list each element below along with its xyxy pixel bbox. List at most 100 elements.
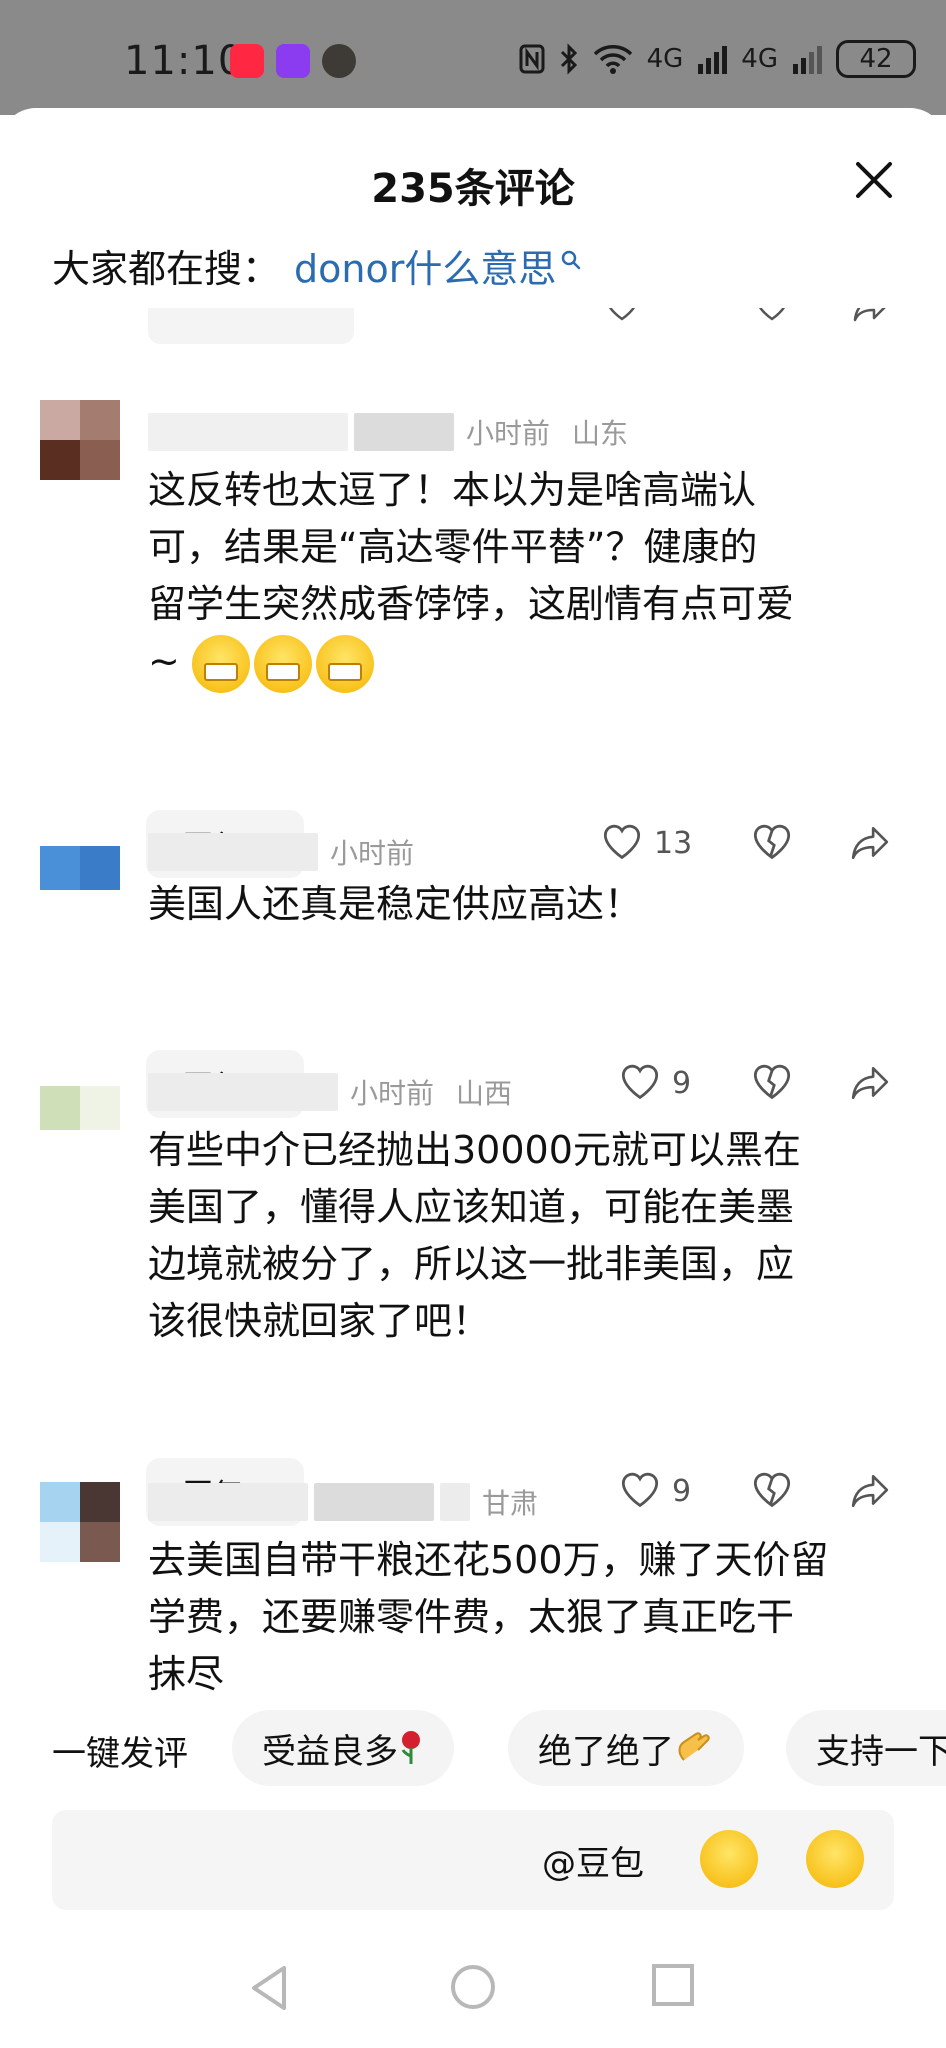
nfc-icon xyxy=(519,44,545,74)
rose-icon xyxy=(401,1731,420,1764)
notification-app-icon xyxy=(276,44,310,78)
status-time: 11:10 xyxy=(124,38,245,84)
grin-emoji-icon xyxy=(191,634,250,693)
close-icon[interactable] xyxy=(852,158,896,202)
search-icon xyxy=(562,250,581,269)
status-icons: 4G 4G 42 xyxy=(519,40,916,78)
system-nav-bar xyxy=(0,1950,946,2048)
share-icon[interactable] xyxy=(850,1064,890,1102)
chip-label: 受益良多 xyxy=(262,1731,398,1772)
heart-icon[interactable] xyxy=(604,308,640,324)
comment-line: 抹尽 xyxy=(148,1652,225,1696)
comment-line: ~ xyxy=(148,633,888,693)
comment-sheet: 235条评论 大家都在搜： donor什么意思 小时前 山东 这反转也太逗了！本… xyxy=(0,108,946,2048)
comment-meta: 小时前 山东 xyxy=(148,412,628,452)
home-nav-icon[interactable] xyxy=(448,1962,498,2012)
username-redacted xyxy=(148,1483,308,1521)
bluetooth-icon xyxy=(560,43,577,75)
signal-icon xyxy=(698,46,728,74)
clap-icon xyxy=(678,1732,710,1761)
share-icon[interactable] xyxy=(850,824,890,862)
comment-line: 美国人还真是稳定供应高达！ xyxy=(148,882,643,926)
comment-line: 留学生突然成香饽饽，这剧情有点可爱 xyxy=(148,582,795,626)
comment-meta: 小时前 山西 xyxy=(148,1072,512,1112)
battery-level: 42 xyxy=(859,44,893,74)
avatar[interactable] xyxy=(40,400,120,480)
thinking-emoji-icon[interactable] xyxy=(806,1830,864,1888)
comment-location: 山东 xyxy=(572,417,629,450)
signal-label-2: 4G xyxy=(741,44,778,74)
heart-icon xyxy=(621,1472,659,1508)
comment-meta: 甘肃 xyxy=(148,1482,538,1522)
username-redacted xyxy=(148,833,318,871)
username-redacted xyxy=(440,1483,470,1521)
dislike-heart-icon[interactable] xyxy=(752,824,792,862)
reply-button[interactable] xyxy=(148,308,354,344)
comment-location: 甘肃 xyxy=(482,1487,539,1520)
quick-comment-label: 一键发评 xyxy=(52,1734,188,1774)
dislike-heart-icon[interactable] xyxy=(754,308,790,324)
comment-line: 该很快就回家了吧！ xyxy=(148,1299,491,1343)
avatar[interactable] xyxy=(40,1482,120,1562)
share-icon[interactable] xyxy=(852,308,890,324)
like-count: 9 xyxy=(672,1065,692,1101)
comment-line: 这反转也太逗了！本以为是啥高端认 xyxy=(148,468,757,512)
comment-text: 这反转也太逗了！本以为是啥高端认 可，结果是“高达零件平替”？健康的 留学生突然… xyxy=(148,462,888,693)
status-bar: 11:10 4G 4G 42 xyxy=(0,0,946,115)
comment-line: 美国了，懂得人应该知道，可能在美墨 xyxy=(148,1185,795,1229)
like-button[interactable]: 9 xyxy=(620,1472,691,1510)
quick-comment-row: 一键发评 受益良多 绝了绝了 支持一下 xyxy=(0,1710,946,1786)
wifi-icon xyxy=(593,45,632,74)
dislike-heart-icon[interactable] xyxy=(752,1472,792,1510)
username-redacted xyxy=(148,413,348,451)
share-icon[interactable] xyxy=(850,1472,890,1510)
notification-app-icon xyxy=(230,44,264,78)
like-button[interactable]: 9 xyxy=(620,1064,691,1102)
like-count: 9 xyxy=(672,1473,692,1509)
comment-line: 边境就被分了，所以这一批非美国，应 xyxy=(148,1242,795,1286)
quick-comment-chip[interactable]: 绝了绝了 xyxy=(508,1710,744,1786)
heart-icon xyxy=(603,824,641,860)
mention-doubao-button[interactable]: @豆包 xyxy=(542,1836,644,1885)
like-button[interactable]: 13 xyxy=(602,824,692,862)
quick-comment-chip[interactable]: 受益良多 xyxy=(232,1710,454,1786)
comment-count-title: 235条评论 xyxy=(371,166,575,212)
avatar[interactable] xyxy=(40,1086,120,1130)
comment-time: 小时前 xyxy=(466,417,551,450)
heart-icon xyxy=(621,1064,659,1100)
comment-tail: ~ xyxy=(148,639,180,683)
laughing-cry-emoji-icon[interactable] xyxy=(700,1830,758,1888)
comment-line: 学费，还要赚零件费，太狠了真正吃干 xyxy=(148,1595,795,1639)
chip-label: 支持一下 xyxy=(816,1731,946,1772)
trending-search-link[interactable]: donor什么意思 xyxy=(294,238,582,293)
comment-input[interactable]: @豆包 xyxy=(52,1810,894,1910)
comment-line: 有些中介已经抛出30000元就可以黑在 xyxy=(148,1128,801,1172)
quick-comment-chip[interactable]: 支持一下 xyxy=(786,1710,946,1786)
notification-avatar-icon xyxy=(322,44,356,78)
chip-label: 绝了绝了 xyxy=(538,1731,674,1772)
previous-comment-actions xyxy=(0,308,946,356)
avatar[interactable] xyxy=(40,846,120,890)
comment-text: 有些中介已经抛出30000元就可以黑在 美国了，懂得人应该知道，可能在美墨 边境… xyxy=(148,1122,888,1350)
comment-text: 美国人还真是稳定供应高达！ xyxy=(148,876,888,933)
trending-search-query: donor什么意思 xyxy=(294,247,557,291)
comment-location: 山西 xyxy=(456,1077,513,1110)
back-nav-icon[interactable] xyxy=(246,1962,292,2014)
recents-nav-icon[interactable] xyxy=(650,1962,696,2008)
trending-search-prefix: 大家都在搜： xyxy=(52,247,281,291)
username-redacted xyxy=(354,413,454,451)
grin-emoji-icon xyxy=(315,634,374,693)
comment-text: 去美国自带干粮还花500万，赚了天价留 学费，还要赚零件费，太狠了真正吃干 抹尽 xyxy=(148,1532,888,1703)
dislike-heart-icon[interactable] xyxy=(752,1064,792,1102)
trending-search-row: 大家都在搜： donor什么意思 xyxy=(52,238,582,293)
username-redacted xyxy=(314,1483,434,1521)
grin-emoji-icon xyxy=(253,634,312,693)
comment-line: 可，结果是“高达零件平替”？健康的 xyxy=(148,525,758,569)
comment-meta: 小时前 xyxy=(148,832,414,872)
battery-icon: 42 xyxy=(836,40,916,78)
username-redacted xyxy=(148,1073,338,1111)
comment-time: 小时前 xyxy=(330,837,415,870)
comment-time: 小时前 xyxy=(350,1077,435,1110)
like-count: 13 xyxy=(654,825,693,861)
signal-label-1: 4G xyxy=(646,44,684,74)
